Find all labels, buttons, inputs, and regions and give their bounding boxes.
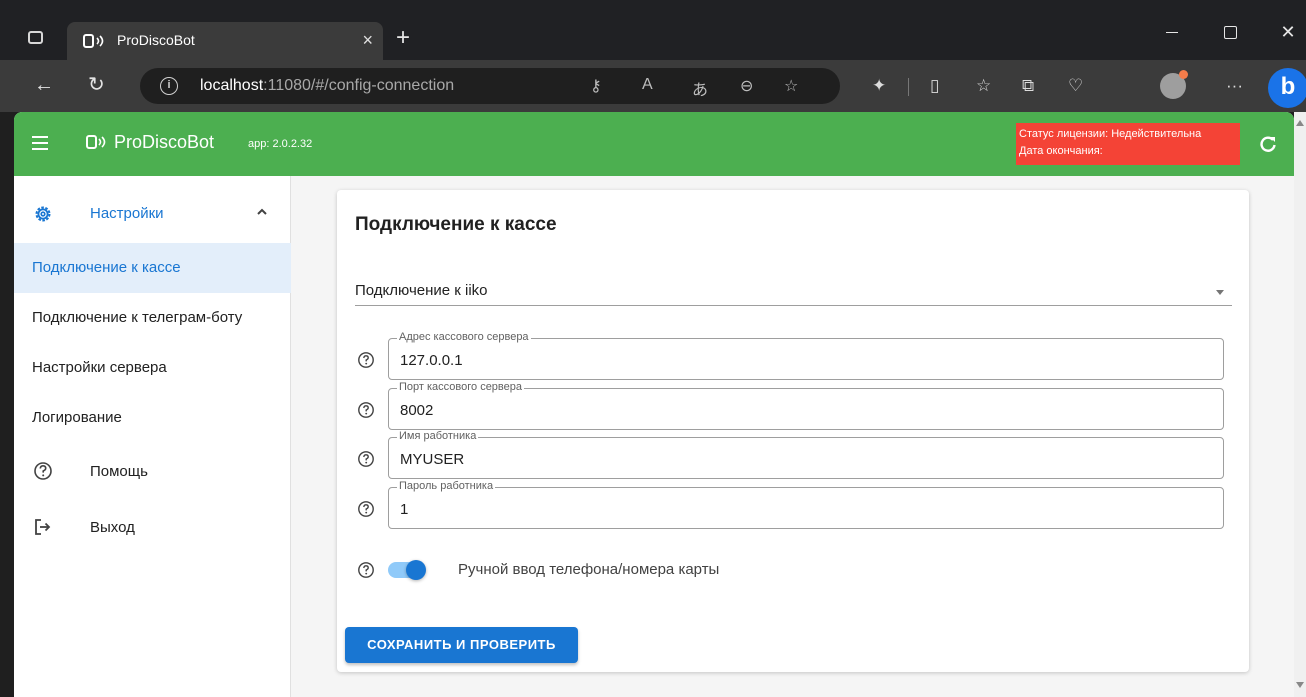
sidebar-item-logout[interactable]: Выход [14, 503, 291, 553]
browser-window: ProDiscoBot × + ✕ ← ↻ i localhost:11080/… [0, 0, 1306, 697]
scroll-down-arrow-icon[interactable] [1296, 682, 1304, 688]
url-host: localhost [200, 77, 264, 94]
help-icon[interactable] [357, 561, 375, 579]
tab-close-icon[interactable]: × [362, 30, 373, 50]
app-brand: ProDiscoBot [86, 132, 214, 153]
toggle-thumb[interactable] [406, 560, 426, 580]
connection-type-select[interactable]: Подключение к iiko [355, 270, 1232, 306]
maximize-button[interactable] [1210, 18, 1250, 48]
settings-card: Подключение к кассе Подключение к iiko А… [337, 190, 1249, 672]
sidebar: Настройки Подключение к кассе Подключени… [14, 176, 291, 697]
toolbar-separator [908, 78, 909, 96]
browser-toolbar: ← ↻ i localhost:11080/#/config-connectio… [0, 60, 1306, 112]
read-aloud-icon[interactable]: A [642, 76, 653, 94]
sidebar-item-cash-connection[interactable]: Подключение к кассе [14, 243, 291, 293]
page-viewport: ProDiscoBot app: 2.0.2.32 Статус лицензи… [14, 112, 1294, 697]
dropdown-arrow-icon[interactable] [1216, 290, 1224, 295]
field-label: Адрес кассового сервера [397, 331, 531, 343]
save-and-check-button[interactable]: СОХРАНИТЬ И ПРОВЕРИТЬ [345, 627, 578, 663]
sidebar-group-settings[interactable]: Настройки [14, 194, 291, 234]
sidebar-item-logging[interactable]: Логирование [14, 393, 291, 443]
address-bar[interactable]: i localhost:11080/#/config-connection ⚷ … [140, 68, 840, 104]
profile-notification-dot [1179, 70, 1188, 79]
key-icon[interactable]: ⚷ [590, 76, 602, 96]
sidebar-group-label: Настройки [90, 205, 164, 222]
sidebar-item-label: Подключение к кассе [32, 259, 181, 276]
site-info-icon[interactable]: i [160, 77, 178, 95]
collections-icon[interactable]: ⧉ [1022, 76, 1034, 96]
chevron-up-icon[interactable] [256, 206, 268, 218]
new-tab-button[interactable]: + [396, 26, 410, 50]
url-text[interactable]: localhost:11080/#/config-connection [200, 77, 454, 95]
help-icon[interactable] [357, 450, 375, 468]
server-address-row: Адрес кассового сервера 127.0.0.1 [355, 331, 1232, 380]
url-path: :11080/#/config-connection [263, 77, 455, 94]
page-scrollbar[interactable] [1294, 112, 1306, 697]
sidebar-item-telegram-bot[interactable]: Подключение к телеграм-боту [14, 293, 291, 343]
toggle-label: Ручной ввод телефона/номера карты [458, 561, 720, 578]
favorites-icon[interactable]: ☆ [976, 76, 991, 96]
help-icon [34, 462, 52, 480]
server-address-field[interactable]: Адрес кассового сервера 127.0.0.1 [388, 331, 1224, 380]
main-content: Подключение к кассе Подключение к iiko А… [291, 176, 1294, 697]
browser-tab[interactable]: ProDiscoBot × [67, 22, 383, 60]
sidebar-item-label: Помощь [90, 463, 148, 480]
reload-icon[interactable]: ↻ [88, 74, 105, 96]
favorite-star-icon[interactable]: ☆ [784, 76, 798, 96]
brand-logo-icon [86, 135, 106, 149]
license-status-badge: Статус лицензии: Недействительна Дата ок… [1016, 123, 1240, 165]
back-icon[interactable]: ← [34, 74, 54, 96]
brand-name: ProDiscoBot [114, 132, 215, 152]
extensions-icon[interactable]: ✦ [872, 76, 886, 96]
sidebar-item-help[interactable]: Помощь [14, 447, 291, 497]
zoom-out-icon[interactable]: ⊖ [740, 76, 753, 96]
field-label: Имя работника [397, 430, 479, 442]
help-icon[interactable] [357, 401, 375, 419]
gear-icon [35, 206, 51, 222]
field-label: Пароль работника [397, 480, 496, 492]
browser-essentials-icon[interactable]: ♡ [1068, 76, 1083, 96]
sidebar-item-label: Настройки сервера [32, 359, 167, 376]
field-label: Порт кассового сервера [397, 381, 524, 393]
employee-name-field[interactable]: Имя работника MYUSER [388, 430, 1224, 479]
license-status-text: Статус лицензии: Недействительна [1019, 128, 1202, 140]
split-screen-icon[interactable]: ▯ [930, 76, 939, 96]
app-header: ProDiscoBot app: 2.0.2.32 Статус лицензи… [14, 112, 1294, 176]
sidebar-item-label: Подключение к телеграм-боту [32, 309, 243, 326]
field-value: 127.0.0.1 [400, 352, 463, 369]
field-value: 8002 [400, 402, 434, 419]
bing-copilot-icon[interactable]: b [1268, 68, 1306, 108]
tab-title: ProDiscoBot [117, 32, 195, 48]
employee-name-row: Имя работника MYUSER [355, 430, 1232, 479]
scroll-up-arrow-icon[interactable] [1296, 120, 1304, 126]
menu-icon[interactable] [32, 136, 48, 150]
sidebar-item-label: Логирование [32, 409, 122, 426]
field-value: MYUSER [400, 451, 465, 468]
sidebar-item-server-settings[interactable]: Настройки сервера [14, 343, 291, 393]
translate-icon[interactable]: あ [692, 76, 708, 100]
connection-type-value: Подключение к iiko [355, 282, 488, 299]
manual-input-toggle-row: Ручной ввод телефона/номера карты [355, 556, 1232, 584]
help-icon[interactable] [357, 500, 375, 518]
server-port-row: Порт кассового сервера 8002 [355, 381, 1232, 430]
close-window-button[interactable]: ✕ [1268, 18, 1306, 48]
minimize-button[interactable] [1151, 18, 1191, 48]
prodiscobot-favicon-icon [83, 34, 104, 48]
refresh-icon[interactable] [1258, 134, 1278, 154]
employee-password-row: Пароль работника 1 [355, 480, 1232, 529]
sidebar-item-label: Выход [90, 519, 135, 536]
field-value: 1 [400, 501, 409, 518]
page-title: Подключение к кассе [355, 214, 557, 235]
app-version: app: 2.0.2.32 [248, 138, 313, 150]
logout-icon [35, 519, 51, 535]
browser-tab-strip: ProDiscoBot × + ✕ [0, 0, 1306, 60]
server-port-field[interactable]: Порт кассового сервера 8002 [388, 381, 1224, 430]
employee-password-field[interactable]: Пароль работника 1 [388, 480, 1224, 529]
help-icon[interactable] [357, 351, 375, 369]
license-end-text: Дата окончания: [1019, 145, 1103, 157]
more-menu-icon[interactable]: ··· [1226, 76, 1243, 96]
tab-actions-icon[interactable] [28, 31, 43, 44]
